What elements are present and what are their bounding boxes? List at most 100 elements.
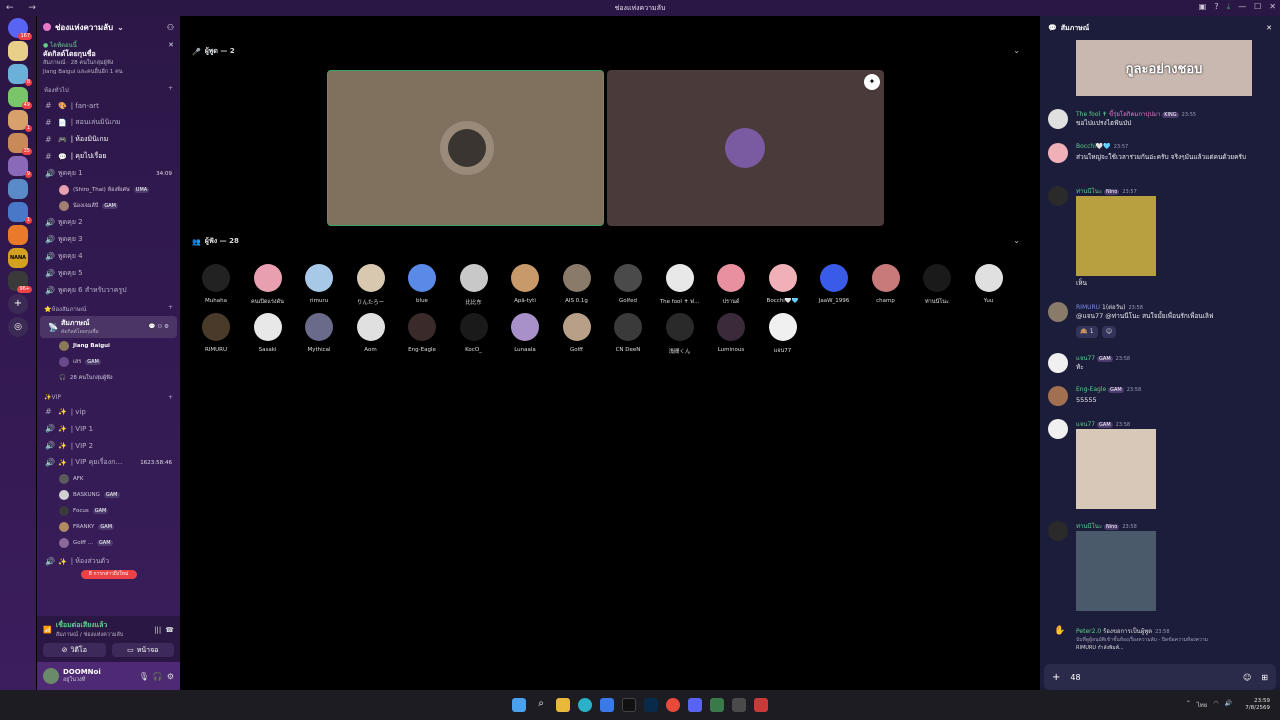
server-icon[interactable]: 1 [8, 110, 32, 132]
close-button[interactable]: ✕ [1269, 2, 1276, 12]
avatar[interactable] [1048, 353, 1068, 373]
category-general[interactable]: ห้องทั่วไป + [37, 83, 180, 97]
unread-mentions-pill[interactable]: 8 การกล่าวถึงใหม่ [80, 570, 137, 579]
disconnect-icon[interactable]: ☎ [165, 626, 174, 634]
screen-share-button[interactable]: ▭ หน้าจอ [111, 643, 174, 657]
listener-count[interactable]: 🎧 28 คนในกลุ่มผู้ฟัง [37, 370, 180, 386]
avatar[interactable] [1048, 143, 1068, 163]
server-icon[interactable]: NANA [8, 248, 28, 268]
download-icon[interactable]: ⤓ [1227, 2, 1231, 12]
voice-user[interactable]: (Shiro_Thai) ห้องพิเศษ UMA [37, 182, 180, 198]
voice-user[interactable]: FRANKY GAM [37, 519, 180, 535]
calculator-icon[interactable] [732, 698, 746, 712]
listener[interactable]: คนเปิดแรงดัน [242, 264, 294, 306]
listener[interactable]: KocO_ [448, 313, 500, 353]
add-server-icon[interactable]: + [8, 294, 28, 314]
add-member-icon[interactable]: ⚇ [167, 23, 174, 32]
server-icon[interactable]: 1 [8, 202, 32, 224]
avatar[interactable] [1048, 386, 1068, 406]
home-icon[interactable]: 167 [8, 18, 32, 40]
add-reaction-icon[interactable]: ☺ [1102, 326, 1116, 338]
voice-user[interactable]: Jiang Baigui [37, 338, 180, 354]
category-vip[interactable]: ✨VIP + [37, 392, 180, 403]
voice-user[interactable]: เสร GAM [37, 354, 180, 370]
chrome-icon[interactable] [666, 698, 680, 712]
app-icon[interactable] [710, 698, 724, 712]
server-icon[interactable] [8, 41, 28, 61]
server-icon[interactable]: 9 [8, 156, 32, 178]
listener[interactable]: champ [860, 264, 912, 304]
maximize-button[interactable]: ☐ [1254, 2, 1261, 12]
plus-icon[interactable]: + [1052, 672, 1060, 683]
avatar[interactable] [1048, 109, 1068, 129]
voice-vip-1[interactable]: 🔊 ✨ | VIP 1 [37, 420, 180, 437]
avatar[interactable] [1048, 302, 1068, 322]
listener[interactable]: แจน77 [757, 313, 809, 355]
server-header[interactable]: ช่องแห่งความลับ ⌄ ⚇ [37, 16, 180, 38]
listener[interactable]: 浅間くん [654, 313, 706, 355]
listener[interactable]: Sasaki [242, 313, 294, 353]
system-tray[interactable]: ⌃ ไทย ◠ 🔊 [1186, 700, 1232, 710]
listener[interactable]: Mythical [293, 313, 345, 353]
listener[interactable]: Eng-Eagle [396, 313, 448, 353]
avatar[interactable] [1048, 419, 1068, 439]
voice-user[interactable]: น้องเจมส์บี GAM [37, 198, 180, 214]
close-icon[interactable]: ✕ [168, 41, 174, 50]
server-icon[interactable]: 49 [8, 87, 32, 109]
discover-icon[interactable]: ◎ [8, 317, 28, 337]
listener[interactable]: Golff [551, 313, 603, 353]
listener[interactable]: Luminous [705, 313, 757, 353]
speaker-tile[interactable]: ✦ [607, 70, 884, 226]
app-icon[interactable] [754, 698, 768, 712]
avatar[interactable] [1048, 521, 1068, 541]
tiktok-icon[interactable] [622, 698, 636, 712]
listener[interactable]: CN DeeN [602, 313, 654, 353]
microphone-icon[interactable]: 🎙 [139, 672, 149, 681]
photoshop-icon[interactable] [644, 698, 658, 712]
server-icon[interactable] [8, 179, 28, 199]
noise-suppression-icon[interactable]: ||| [154, 626, 161, 634]
voice-user[interactable]: AFK [37, 471, 180, 487]
server-icon[interactable]: 8 [8, 64, 32, 86]
listener[interactable]: 比比东 [448, 264, 500, 306]
listener[interactable]: ท่านนีโนะ [911, 264, 963, 306]
voice-channel-2[interactable]: 🔊 พูดคุย 2 [37, 214, 180, 231]
listener[interactable]: JaaW_1996 [808, 264, 860, 304]
listener[interactable]: Golfed [602, 264, 654, 304]
image-attachment[interactable] [1076, 531, 1156, 611]
listener[interactable]: ปรานด์ [705, 264, 757, 306]
image-attachment[interactable]: กูละอย่างชอบ [1076, 40, 1252, 96]
headset-icon[interactable]: 🎧 [153, 672, 163, 681]
discord-icon[interactable] [688, 698, 702, 712]
help-icon[interactable]: ? [1214, 2, 1218, 12]
voice-user[interactable]: BASKUNG GAM [37, 487, 180, 503]
listener[interactable]: Muhaha [190, 264, 242, 304]
emoji-icon[interactable]: ☺ [1243, 673, 1251, 682]
clock[interactable]: 23:59 7/8/2569 [1245, 698, 1270, 712]
stage-actions-icons[interactable]: 💬 ⚇ ⚙ [149, 324, 169, 330]
message-input[interactable]: + 48 ☺ ⊞ [1044, 664, 1276, 690]
listener[interactable]: Apā-tyti [499, 264, 551, 304]
file-explorer-icon[interactable] [556, 698, 570, 712]
voice-channel-4[interactable]: 🔊 พูดคุย 4 [37, 248, 180, 265]
voice-channel-1[interactable]: 🔊 พูดคุย 1 34:09 [37, 165, 180, 182]
listener[interactable]: りんたろー [345, 264, 397, 306]
server-icon[interactable]: 96+ [8, 271, 32, 293]
start-icon[interactable] [512, 698, 526, 712]
search-icon[interactable]: ⌕ [534, 698, 548, 712]
store-icon[interactable] [600, 698, 614, 712]
channel-minigame-tutorial[interactable]: # 📄 | สอนเล่นมินิเกม [37, 114, 180, 131]
listener[interactable]: The fool ✝ ฟ... [654, 264, 706, 306]
listener[interactable]: RIMURU [190, 313, 242, 353]
listener[interactable]: AIS 0.1g [551, 264, 603, 304]
voice-user[interactable]: Focus GAM [37, 503, 180, 519]
category-interview[interactable]: ⭐ห้องสัมภาษณ์ + [37, 302, 180, 316]
voice-channel-3[interactable]: 🔊 พูดคุย 3 [37, 231, 180, 248]
avatar[interactable] [43, 668, 59, 684]
minimize-button[interactable]: — [1238, 2, 1246, 12]
voice-vip-2[interactable]: 🔊 ✨ | VIP 2 [37, 437, 180, 454]
listener[interactable]: blue [396, 264, 448, 304]
image-attachment[interactable] [1076, 196, 1156, 276]
speaker-tile[interactable] [327, 70, 604, 226]
listener[interactable]: Yuu [963, 264, 1015, 304]
